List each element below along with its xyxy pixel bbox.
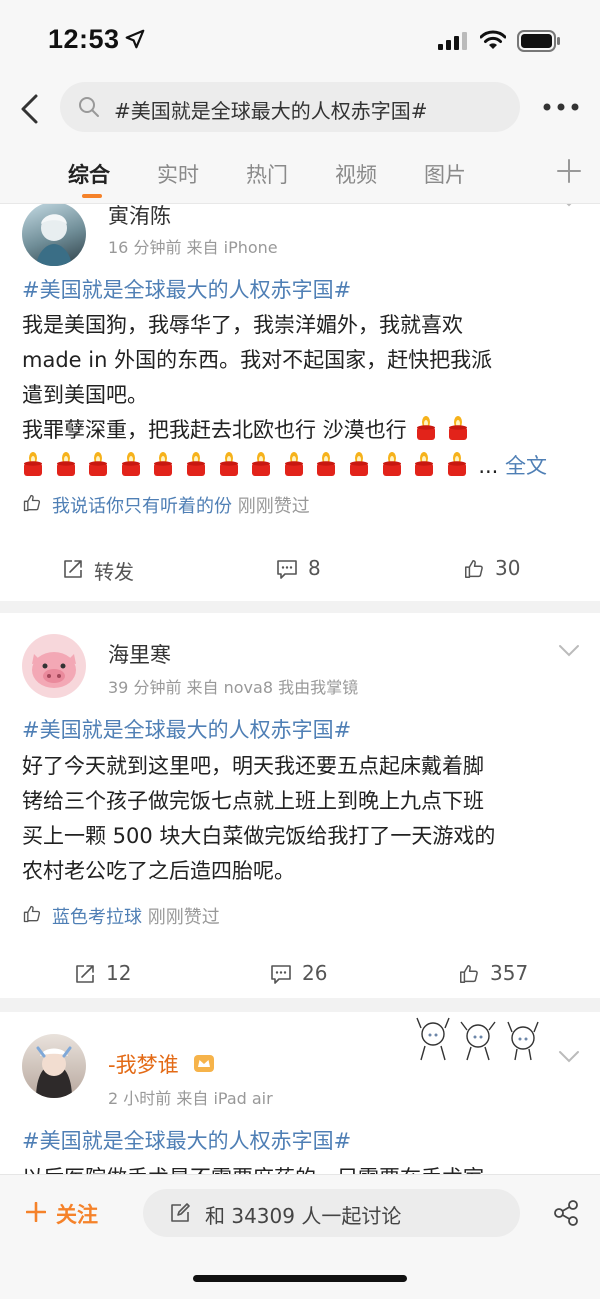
candle-emoji-icon bbox=[381, 452, 403, 476]
candle-emoji-icon bbox=[152, 452, 174, 476]
candle-emoji-icon bbox=[447, 416, 469, 440]
full-text-link[interactable]: 全文 bbox=[505, 454, 547, 478]
search-icon bbox=[79, 97, 99, 117]
tab-realtime[interactable]: 实时 bbox=[157, 159, 199, 189]
liked-by-user[interactable]: 我说话你只有听着的份 刚刚赞过 bbox=[52, 492, 310, 518]
chevron-down-icon[interactable] bbox=[558, 1050, 580, 1064]
chevron-down-icon[interactable] bbox=[558, 644, 580, 658]
status-bar: 12:53 bbox=[0, 0, 600, 80]
search-query-text: #美国就是全球最大的人权赤字国# bbox=[114, 99, 428, 123]
discuss-input[interactable]: 和 34309 人一起讨论 bbox=[143, 1189, 520, 1237]
post-hashtag[interactable]: #美国就是全球最大的人权赤字国# bbox=[22, 274, 351, 304]
anime-characters-decoration bbox=[416, 1017, 539, 1061]
discuss-label: 和 34309 人一起讨论 bbox=[205, 1204, 402, 1228]
plus-icon bbox=[26, 1202, 46, 1222]
post-ellipsis: ... bbox=[478, 454, 499, 478]
repost-icon bbox=[76, 965, 94, 983]
post-actions: 12 26 357 bbox=[0, 949, 600, 999]
cellular-signal-icon bbox=[438, 32, 467, 50]
tab-hot[interactable]: 热门 bbox=[246, 159, 288, 189]
more-options-icon[interactable] bbox=[541, 100, 581, 114]
liked-suffix: 刚刚赞过 bbox=[142, 907, 220, 928]
candle-emoji-icon bbox=[55, 452, 77, 476]
candle-emoji-icon bbox=[185, 452, 207, 476]
add-tab-icon[interactable] bbox=[555, 157, 583, 185]
post-username[interactable]: -我梦谁 bbox=[108, 1049, 179, 1079]
wifi-icon bbox=[480, 30, 506, 49]
like-count: 357 bbox=[490, 961, 529, 985]
bottom-bar: 关注 和 34309 人一起讨论 bbox=[0, 1174, 600, 1299]
liked-by-user[interactable]: 蓝色考拉球 刚刚赞过 bbox=[52, 903, 220, 929]
tab-comprehensive[interactable]: 综合 bbox=[68, 159, 110, 189]
post-hashtag[interactable]: #美国就是全球最大的人权赤字国# bbox=[22, 1125, 351, 1155]
thumbs-up-icon bbox=[458, 963, 480, 985]
thumbs-up-icon bbox=[22, 493, 42, 513]
post-text-line: ... 全文 bbox=[22, 450, 547, 480]
comment-icon bbox=[271, 965, 291, 984]
chevron-down-icon[interactable] bbox=[558, 204, 580, 208]
post-card[interactable]: 海里寒 39 分钟前 来自 nova8 我由我掌镜 #美国就是全球最大的人权赤字… bbox=[0, 613, 600, 998]
post-text-line: 我罪孽深重，把我赶去北欧也行 沙漠也行 bbox=[22, 414, 480, 444]
status-time: 12:53 bbox=[48, 24, 120, 54]
post-text-line: 以后医院做手术是不需要麻药的，只需要在手术室 bbox=[22, 1162, 484, 1174]
liked-suffix: 刚刚赞过 bbox=[232, 496, 310, 517]
repost-label: 转发 bbox=[94, 560, 134, 584]
post-card[interactable]: -我梦谁 2 小时前 来自 iPad air #美国就是全球最大的人权赤字国# … bbox=[0, 1012, 600, 1174]
repost-count: 12 bbox=[106, 961, 132, 985]
post-username[interactable]: 海里寒 bbox=[108, 639, 171, 669]
member-crown-icon bbox=[194, 1055, 214, 1072]
comment-count: 26 bbox=[302, 961, 328, 985]
tab-images[interactable]: 图片 bbox=[424, 159, 466, 189]
search-input[interactable]: #美国就是全球最大的人权赤字国# bbox=[60, 82, 520, 132]
candle-emoji-icon bbox=[446, 452, 468, 476]
search-header: #美国就是全球最大的人权赤字国# bbox=[0, 80, 600, 142]
candle-emoji-icon bbox=[120, 452, 142, 476]
candle-emoji-icon bbox=[413, 452, 435, 476]
post-username[interactable]: 寅洧陈 bbox=[108, 204, 171, 230]
post-text-line: 我是美国狗，我辱华了，我崇洋媚外，我就喜欢 bbox=[22, 313, 463, 337]
post-meta: 39 分钟前 来自 nova8 我由我掌镜 bbox=[108, 678, 359, 697]
edit-icon bbox=[171, 1203, 190, 1222]
avatar[interactable] bbox=[22, 204, 86, 266]
post-meta: 16 分钟前 来自 iPhone bbox=[108, 238, 278, 257]
post-text-line: 买上一颗 500 块大白菜做完饭给我打了一天游戏的 bbox=[22, 824, 496, 848]
location-arrow-icon bbox=[125, 29, 145, 49]
tab-video[interactable]: 视频 bbox=[335, 159, 377, 189]
post-text-line: 铐给三个孩子做完饭七点就上班上到晚上九点下班 bbox=[22, 789, 484, 813]
like-count: 30 bbox=[495, 556, 521, 580]
avatar[interactable] bbox=[22, 634, 86, 698]
feed: 寅洧陈 16 分钟前 来自 iPhone #美国就是全球最大的人权赤字国# 我是… bbox=[0, 204, 600, 1174]
thumbs-up-icon bbox=[22, 904, 42, 924]
home-indicator[interactable] bbox=[193, 1275, 407, 1282]
candle-emoji-icon bbox=[22, 452, 44, 476]
candle-emoji-icon bbox=[315, 452, 337, 476]
post-text-segment: 我罪孽深重，把我赶去北欧也行 沙漠也行 bbox=[22, 418, 407, 442]
candle-emoji-icon bbox=[348, 452, 370, 476]
active-tab-indicator bbox=[82, 194, 102, 198]
follow-label: 关注 bbox=[56, 1203, 98, 1227]
battery-icon bbox=[517, 30, 560, 52]
repost-icon bbox=[64, 560, 82, 578]
back-arrow-icon[interactable] bbox=[16, 92, 46, 126]
candle-emoji-icon bbox=[250, 452, 272, 476]
post-text-line: made in 外国的东西。我对不起国家，赶快把我派 bbox=[22, 348, 493, 372]
avatar[interactable] bbox=[22, 1034, 86, 1098]
tab-bar: 综合 实时 热门 视频 图片 bbox=[0, 142, 600, 204]
comment-count: 8 bbox=[308, 556, 321, 580]
candle-emoji-icon bbox=[415, 416, 437, 440]
post-card[interactable]: 寅洧陈 16 分钟前 来自 iPhone #美国就是全球最大的人权赤字国# 我是… bbox=[0, 204, 600, 601]
post-meta: 2 小时前 来自 iPad air bbox=[108, 1089, 273, 1108]
comment-icon bbox=[277, 560, 297, 579]
thumbs-up-icon bbox=[463, 558, 485, 580]
post-text-line: 遣到美国吧。 bbox=[22, 383, 148, 407]
candle-emoji-icon bbox=[283, 452, 305, 476]
candle-emoji-icon bbox=[87, 452, 109, 476]
post-actions: 转发 8 30 bbox=[0, 544, 600, 594]
post-text-line: 好了今天就到这里吧，明天我还要五点起床戴着脚 bbox=[22, 754, 484, 778]
candle-emoji-icon bbox=[218, 452, 240, 476]
post-hashtag[interactable]: #美国就是全球最大的人权赤字国# bbox=[22, 714, 351, 744]
share-icon[interactable] bbox=[552, 1199, 580, 1227]
post-text-line: 农村老公吃了之后造四胎呢。 bbox=[22, 859, 295, 883]
